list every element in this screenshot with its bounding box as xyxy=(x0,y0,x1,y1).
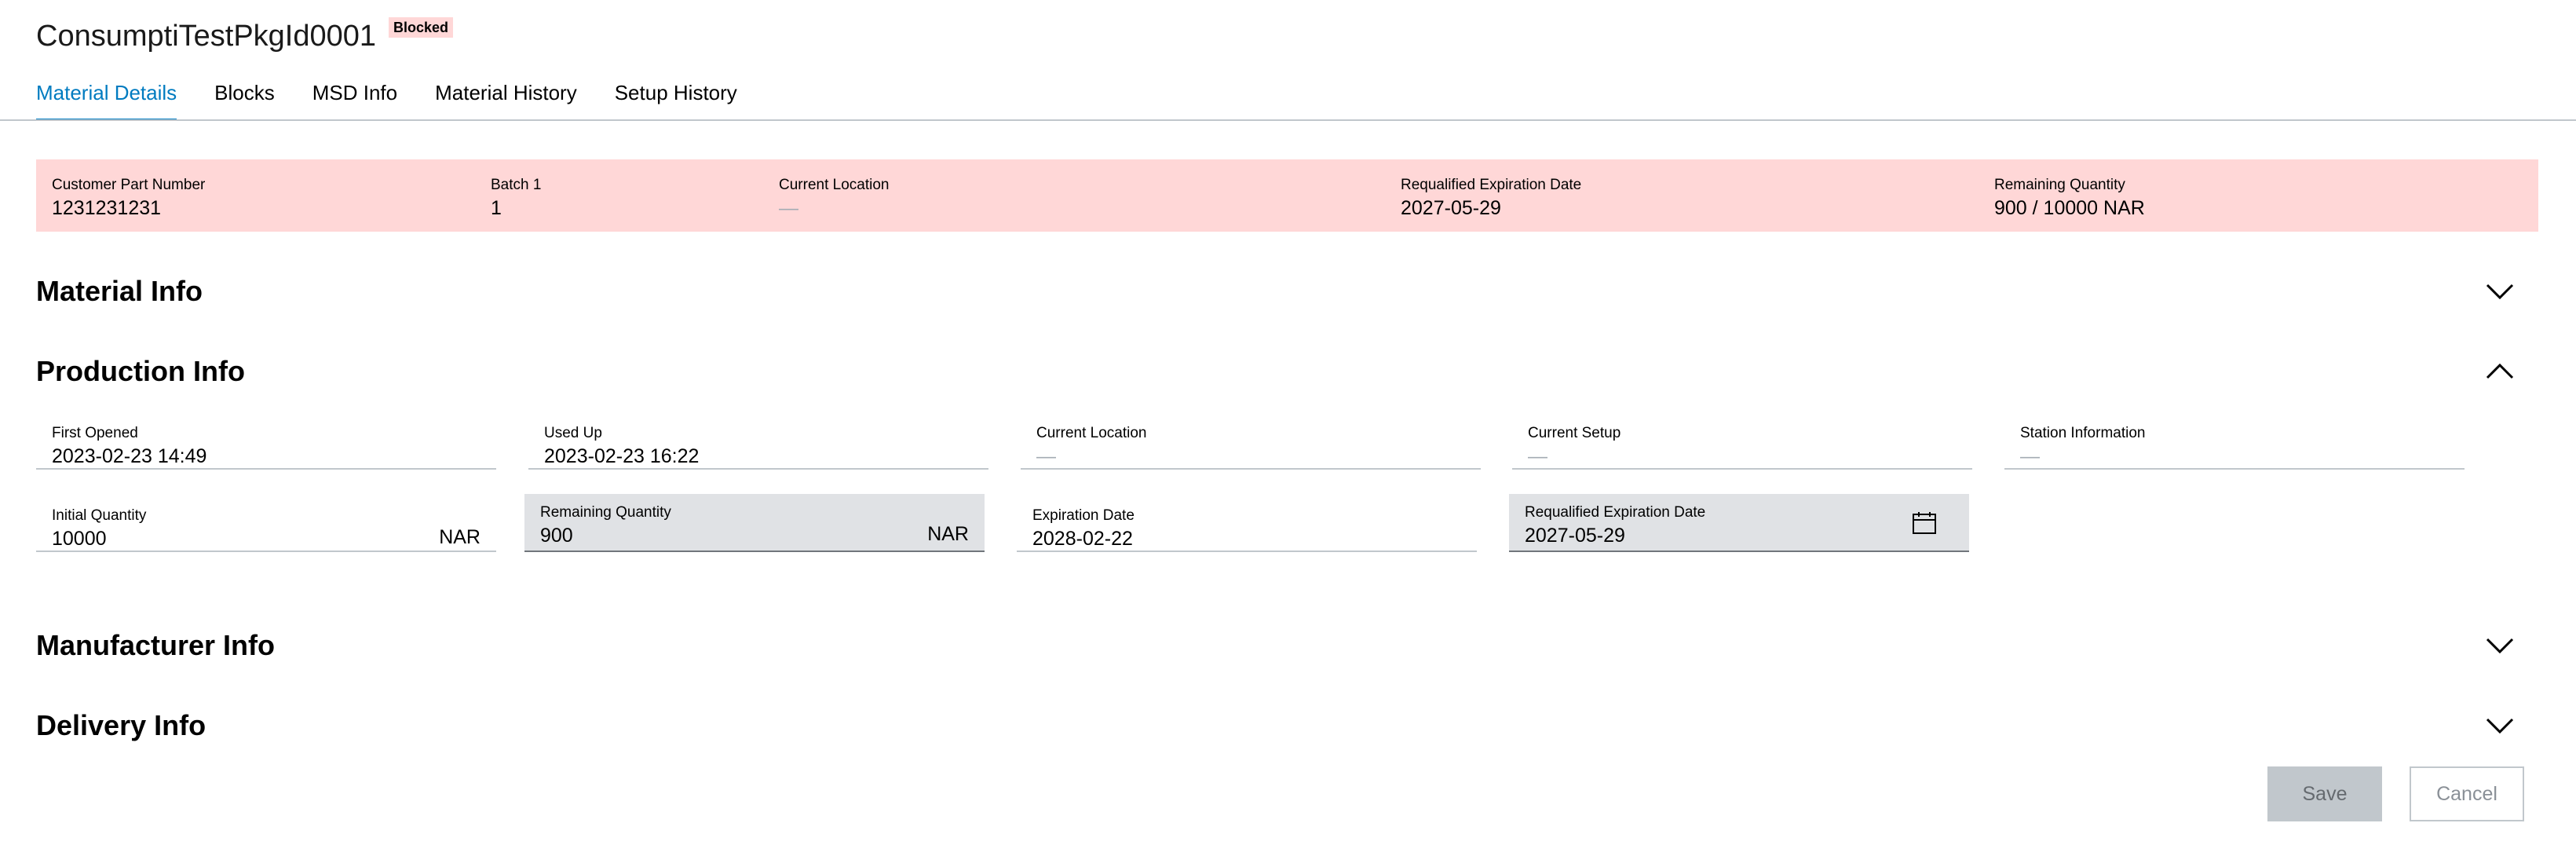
requalified-expiration-date-input[interactable]: Requalified Expiration Date 2027-05-29 xyxy=(1509,494,1969,552)
field-unit: NAR xyxy=(927,523,969,545)
field-label: Expiration Date xyxy=(1032,507,1135,524)
field-value: 2023-02-23 16:22 xyxy=(544,445,700,467)
section-title: Manufacturer Info xyxy=(36,629,276,661)
summary-label: Remaining Quantity xyxy=(1994,177,2125,193)
page-header: ConsumptiTestPkgId0001 Blocked xyxy=(36,17,454,55)
calendar-icon[interactable] xyxy=(1911,510,1938,536)
field-value: 2023-02-23 14:49 xyxy=(52,445,207,467)
section-title: Production Info xyxy=(36,355,245,387)
tab-blocks[interactable]: Blocks xyxy=(214,75,275,121)
section-material-info[interactable]: Material Info xyxy=(36,272,2517,311)
field-label: Current Location xyxy=(1036,425,1147,441)
summary-current-location: Current Location — xyxy=(779,175,889,221)
page-title: ConsumptiTestPkgId0001 xyxy=(36,20,377,53)
station-information-field: Station Information — xyxy=(2004,415,2465,470)
chevron-down-icon[interactable] xyxy=(2483,274,2517,309)
status-badge: Blocked xyxy=(389,17,454,38)
section-title: Delivery Info xyxy=(36,709,206,741)
summary-value: — xyxy=(779,197,798,219)
section-title: Material Info xyxy=(36,275,203,307)
tab-material-details[interactable]: Material Details xyxy=(36,75,177,121)
summary-customer-part-number: Customer Part Number 1231231231 xyxy=(52,175,205,221)
summary-value: 900 / 10000 NAR xyxy=(1994,197,2145,219)
chevron-up-icon[interactable] xyxy=(2483,354,2517,389)
field-value: — xyxy=(2020,445,2040,467)
field-label: Station Information xyxy=(2020,425,2146,441)
summary-label: Requalified Expiration Date xyxy=(1401,177,1582,193)
tab-material-history[interactable]: Material History xyxy=(435,75,577,121)
section-production-info[interactable]: Production Info xyxy=(36,352,2517,391)
current-setup-field: Current Setup — xyxy=(1512,415,1972,470)
first-opened-field: First Opened 2023-02-23 14:49 xyxy=(36,415,496,470)
tab-divider xyxy=(0,119,2576,121)
field-unit: NAR xyxy=(439,526,480,548)
section-manufacturer-info[interactable]: Manufacturer Info xyxy=(36,626,2517,665)
summary-label: Current Location xyxy=(779,177,890,193)
chevron-down-icon[interactable] xyxy=(2483,708,2517,743)
field-value: 10000 xyxy=(52,528,107,550)
summary-requalified-expiration: Requalified Expiration Date 2027-05-29 xyxy=(1401,175,1581,221)
summary-value: 2027-05-29 xyxy=(1401,197,1501,219)
summary-remaining-quantity: Remaining Quantity 900 / 10000 NAR xyxy=(1994,175,2145,221)
field-value: 900 xyxy=(540,525,573,547)
field-label: Remaining Quantity xyxy=(540,504,671,521)
section-delivery-info[interactable]: Delivery Info xyxy=(36,706,2517,745)
initial-quantity-field: Initial Quantity 10000 NAR xyxy=(36,497,496,552)
tab-bar: Material Details Blocks MSD Info Materia… xyxy=(36,75,775,121)
summary-banner: Customer Part Number 1231231231 Batch 1 … xyxy=(36,159,2538,232)
field-label: Used Up xyxy=(544,425,602,441)
field-label: Requalified Expiration Date xyxy=(1525,504,1706,521)
used-up-field: Used Up 2023-02-23 16:22 xyxy=(528,415,988,470)
field-label: Initial Quantity xyxy=(52,507,147,524)
tab-msd-info[interactable]: MSD Info xyxy=(312,75,397,121)
expiration-date-field: Expiration Date 2028-02-22 xyxy=(1017,497,1477,552)
field-value: — xyxy=(1528,445,1547,467)
summary-label: Batch 1 xyxy=(491,177,542,193)
field-label: Current Setup xyxy=(1528,425,1621,441)
remaining-quantity-input[interactable]: Remaining Quantity 900 NAR xyxy=(524,494,985,552)
field-value: — xyxy=(1036,445,1056,467)
summary-label: Customer Part Number xyxy=(52,177,206,193)
field-label: First Opened xyxy=(52,425,138,441)
summary-value: 1 xyxy=(491,197,502,219)
cancel-button[interactable]: Cancel xyxy=(2410,766,2524,821)
save-button[interactable]: Save xyxy=(2267,766,2382,821)
current-location-field: Current Location — xyxy=(1021,415,1481,470)
summary-batch: Batch 1 1 xyxy=(491,175,541,221)
summary-value: 1231231231 xyxy=(52,197,162,219)
field-value: 2028-02-22 xyxy=(1032,528,1133,550)
field-value: 2027-05-29 xyxy=(1525,525,1625,547)
tab-setup-history[interactable]: Setup History xyxy=(615,75,737,121)
chevron-down-icon[interactable] xyxy=(2483,628,2517,663)
